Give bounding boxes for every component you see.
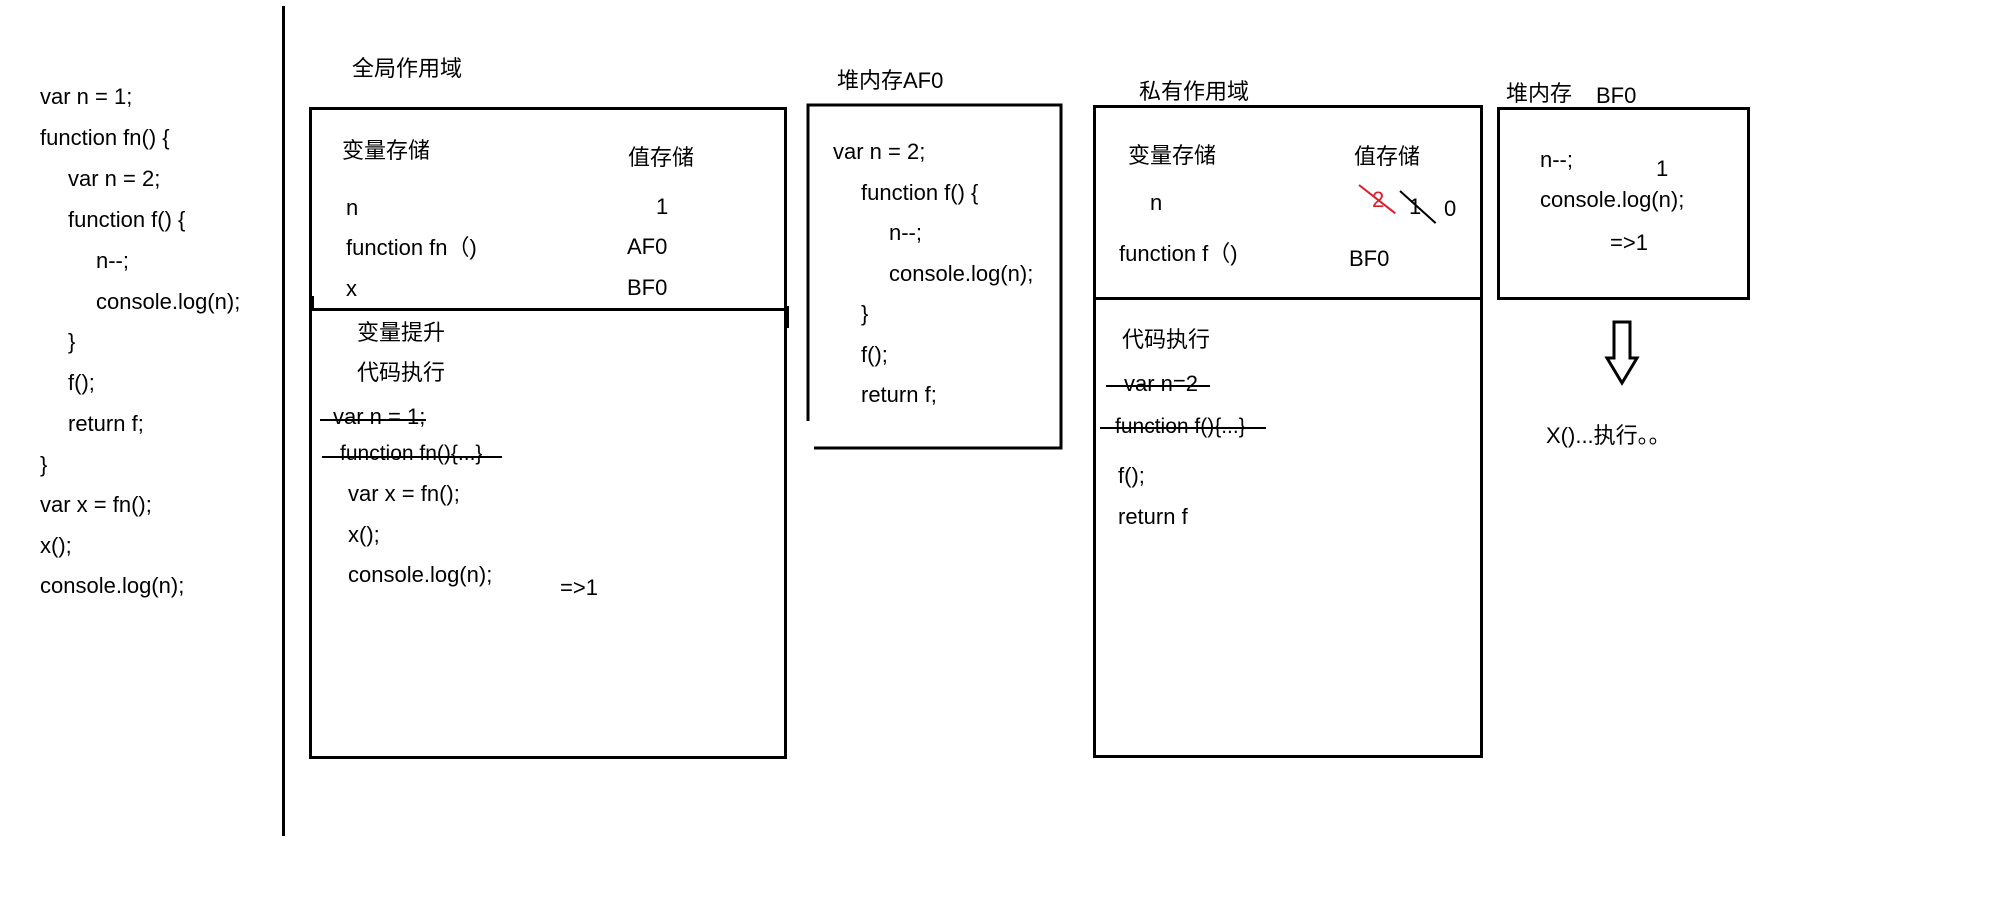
code-line: function f() { — [68, 207, 186, 232]
strike-line — [1100, 427, 1266, 429]
heap-bf0-title: 堆内存 — [1506, 81, 1573, 106]
code-line: var n = 1; — [40, 84, 133, 109]
global-scope-box — [309, 107, 787, 759]
strike-line — [1106, 385, 1210, 387]
code-line: return f; — [68, 411, 144, 436]
n-note: 1 — [1656, 156, 1669, 181]
code-line: } — [40, 452, 48, 477]
value-storage-header: 值存储 — [1354, 144, 1421, 169]
heap-bf0-address: BF0 — [1596, 83, 1637, 108]
var-storage-header: 变量存储 — [1128, 143, 1217, 168]
heap-code-line: console.log(n); — [1540, 187, 1685, 212]
hoisting-label: 变量提升 — [357, 320, 446, 345]
var-value: BF0 — [627, 275, 668, 300]
code-line: } — [68, 329, 76, 354]
heap-code-line: var n = 2; — [833, 139, 926, 164]
heap-code-line: f(); — [861, 342, 888, 367]
code-line: console.log(n); — [40, 573, 185, 598]
struck-line: var n=2 — [1124, 371, 1198, 396]
heap-code-line: console.log(n); — [889, 261, 1034, 286]
private-scope-divider — [1093, 297, 1483, 300]
code-line: function fn() { — [40, 125, 170, 150]
exec-label: 代码执行 — [1122, 327, 1211, 352]
global-scope-divider — [311, 308, 789, 311]
code-line: x(); — [40, 533, 72, 558]
exec-label: 代码执行 — [357, 360, 446, 385]
heap-code-line: } — [861, 301, 869, 326]
global-scope-title: 全局作用域 — [352, 56, 463, 81]
strike-line — [320, 419, 426, 421]
var-name: function fn（) — [346, 235, 477, 260]
var-value: AF0 — [627, 234, 668, 259]
down-arrow-icon — [1604, 320, 1640, 386]
heap-af0-title: 堆内存AF0 — [837, 68, 944, 93]
output-label: =>1 — [560, 575, 598, 600]
code-line: var n = 2; — [68, 166, 161, 191]
exec-line: var x = fn(); — [348, 481, 460, 506]
output-label: =>1 — [1610, 230, 1648, 255]
strike-line — [322, 456, 502, 458]
value-storage-header: 值存储 — [628, 145, 695, 170]
var-storage-header: 变量存储 — [342, 138, 431, 163]
divider-line — [282, 6, 285, 836]
struck-line: var n = 1; — [333, 404, 426, 429]
var-name: n — [346, 195, 359, 220]
divider-tick — [311, 296, 314, 310]
footer-note: X()...执行。。 — [1546, 423, 1671, 448]
exec-line: return f — [1118, 504, 1188, 529]
code-line: var x = fn(); — [40, 492, 152, 517]
private-scope-title: 私有作用域 — [1139, 79, 1250, 104]
var-value: 1 — [656, 194, 669, 219]
code-line: f(); — [68, 370, 95, 395]
var-name: x — [346, 276, 357, 301]
struck-line: function fn(){...} — [340, 442, 483, 465]
code-line: n--; — [96, 248, 129, 273]
heap-code-line: n--; — [1540, 147, 1573, 172]
var-name: n — [1150, 190, 1163, 215]
code-line: console.log(n); — [96, 289, 241, 314]
heap-code-line: return f; — [861, 382, 937, 407]
n-value-current: 0 — [1444, 196, 1457, 221]
heap-code-line: n--; — [889, 220, 922, 245]
var-name: function f（) — [1119, 241, 1238, 266]
exec-line: f(); — [1118, 463, 1145, 488]
heap-code-line: function f() { — [861, 180, 979, 205]
exec-line: console.log(n); — [348, 562, 493, 587]
exec-line: x(); — [348, 522, 380, 547]
var-value: BF0 — [1349, 246, 1390, 271]
divider-tick — [786, 306, 789, 328]
